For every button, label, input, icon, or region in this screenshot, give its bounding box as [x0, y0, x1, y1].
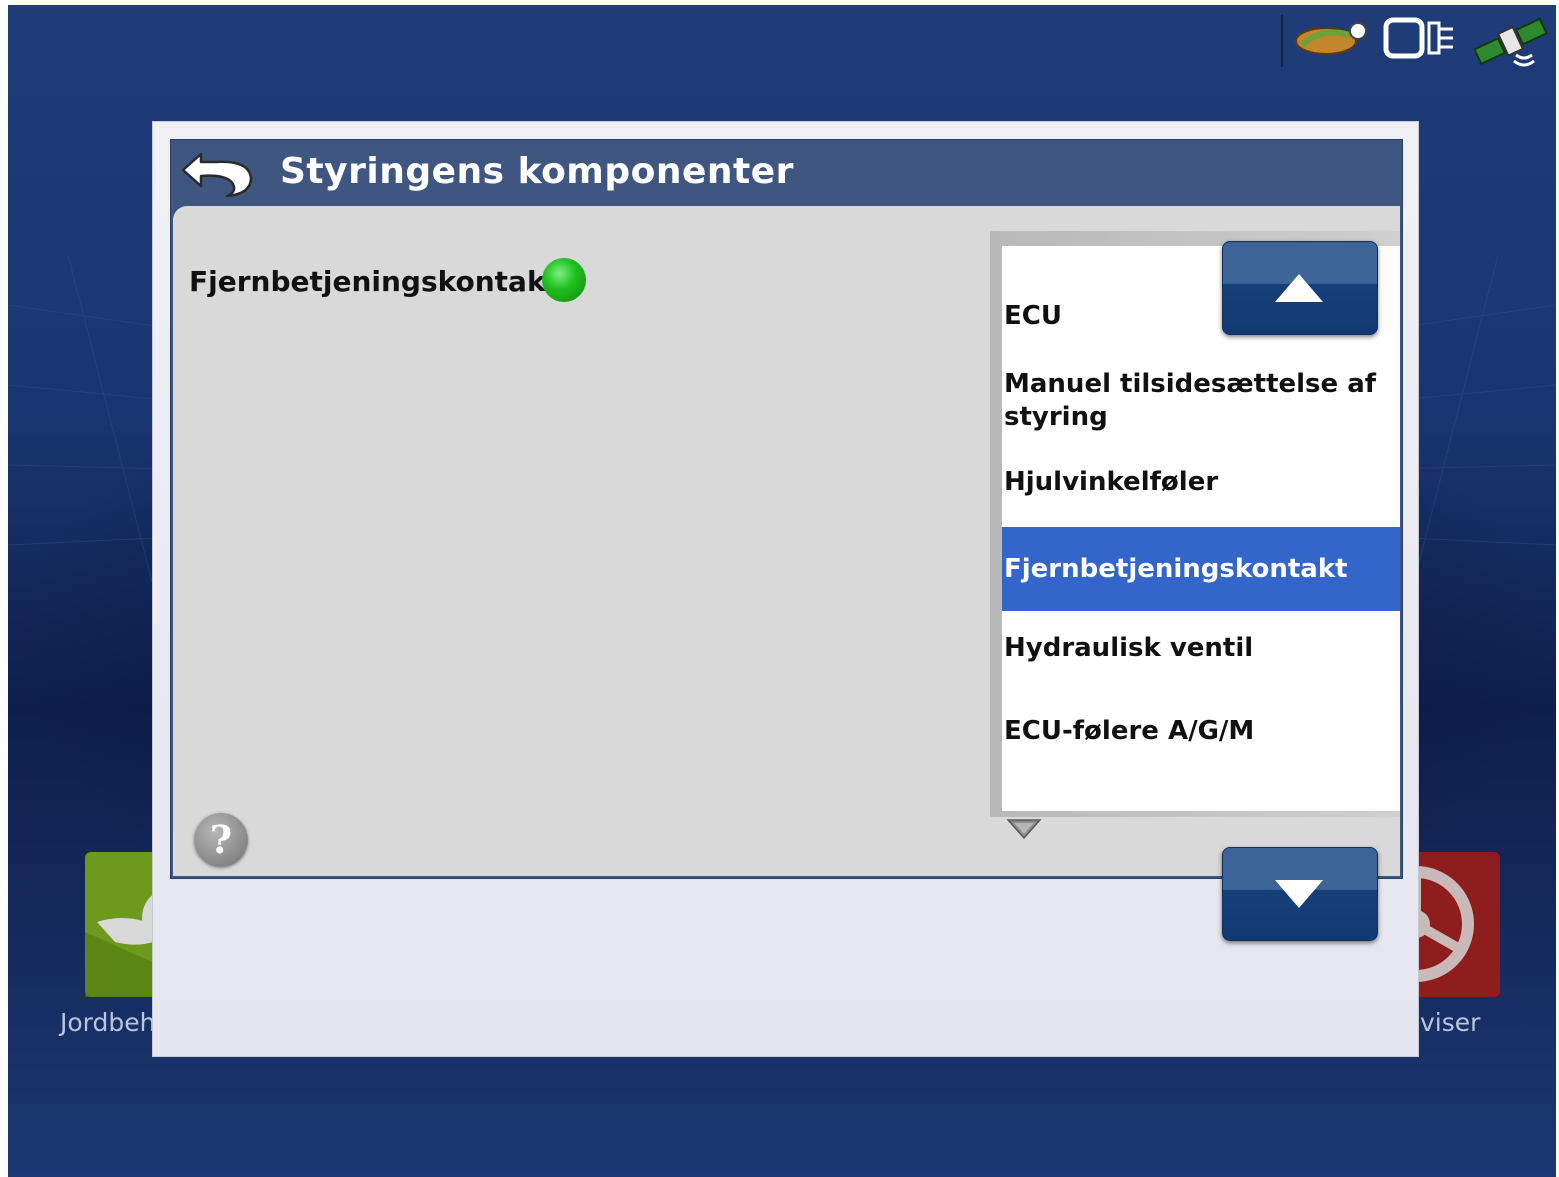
- list-item-remote-switch[interactable]: Fjernbetjeningskontakt: [1002, 527, 1400, 611]
- list-item-ecu-sensors[interactable]: ECU-følere A/G/M: [1002, 715, 1400, 751]
- status-indicator-icon: [542, 258, 586, 302]
- scroll-up-button[interactable]: [1222, 241, 1378, 335]
- dialog-content: Fjernbetjeningskontakt ? ECU Manuel tils…: [173, 206, 1400, 941]
- list-item-wheel-angle-sensor[interactable]: Hjulvinkelføler: [1002, 466, 1400, 502]
- triangle-up-icon: [1275, 274, 1323, 302]
- dialog-panel: Styringens komponenter Fjernbetjeningsko…: [170, 139, 1403, 941]
- scroll-down-button[interactable]: [1222, 847, 1378, 941]
- list-item-manual-override[interactable]: Manuel tilsidesættelse af styring: [1002, 368, 1400, 438]
- list-item-hydraulic-valve[interactable]: Hydraulisk ventil: [1002, 632, 1400, 668]
- help-icon[interactable]: ?: [194, 813, 248, 867]
- background-app-label-left: Jordbeh: [60, 1008, 156, 1037]
- field-icon[interactable]: [1292, 15, 1372, 63]
- triangle-down-icon: [1275, 880, 1323, 908]
- component-status-label: Fjernbetjeningskontakt: [189, 265, 559, 298]
- gps-satellite-icon[interactable]: [1470, 11, 1552, 69]
- back-arrow-icon[interactable]: [179, 144, 261, 200]
- list-more-arrow-icon: [1006, 819, 1042, 840]
- display-icon[interactable]: [1383, 17, 1461, 61]
- components-dialog: Styringens komponenter Fjernbetjeningsko…: [152, 121, 1419, 1057]
- background-app-label-right: viser: [1420, 1008, 1481, 1037]
- status-divider: [1281, 15, 1283, 67]
- dialog-title: Styringens komponenter: [280, 151, 794, 192]
